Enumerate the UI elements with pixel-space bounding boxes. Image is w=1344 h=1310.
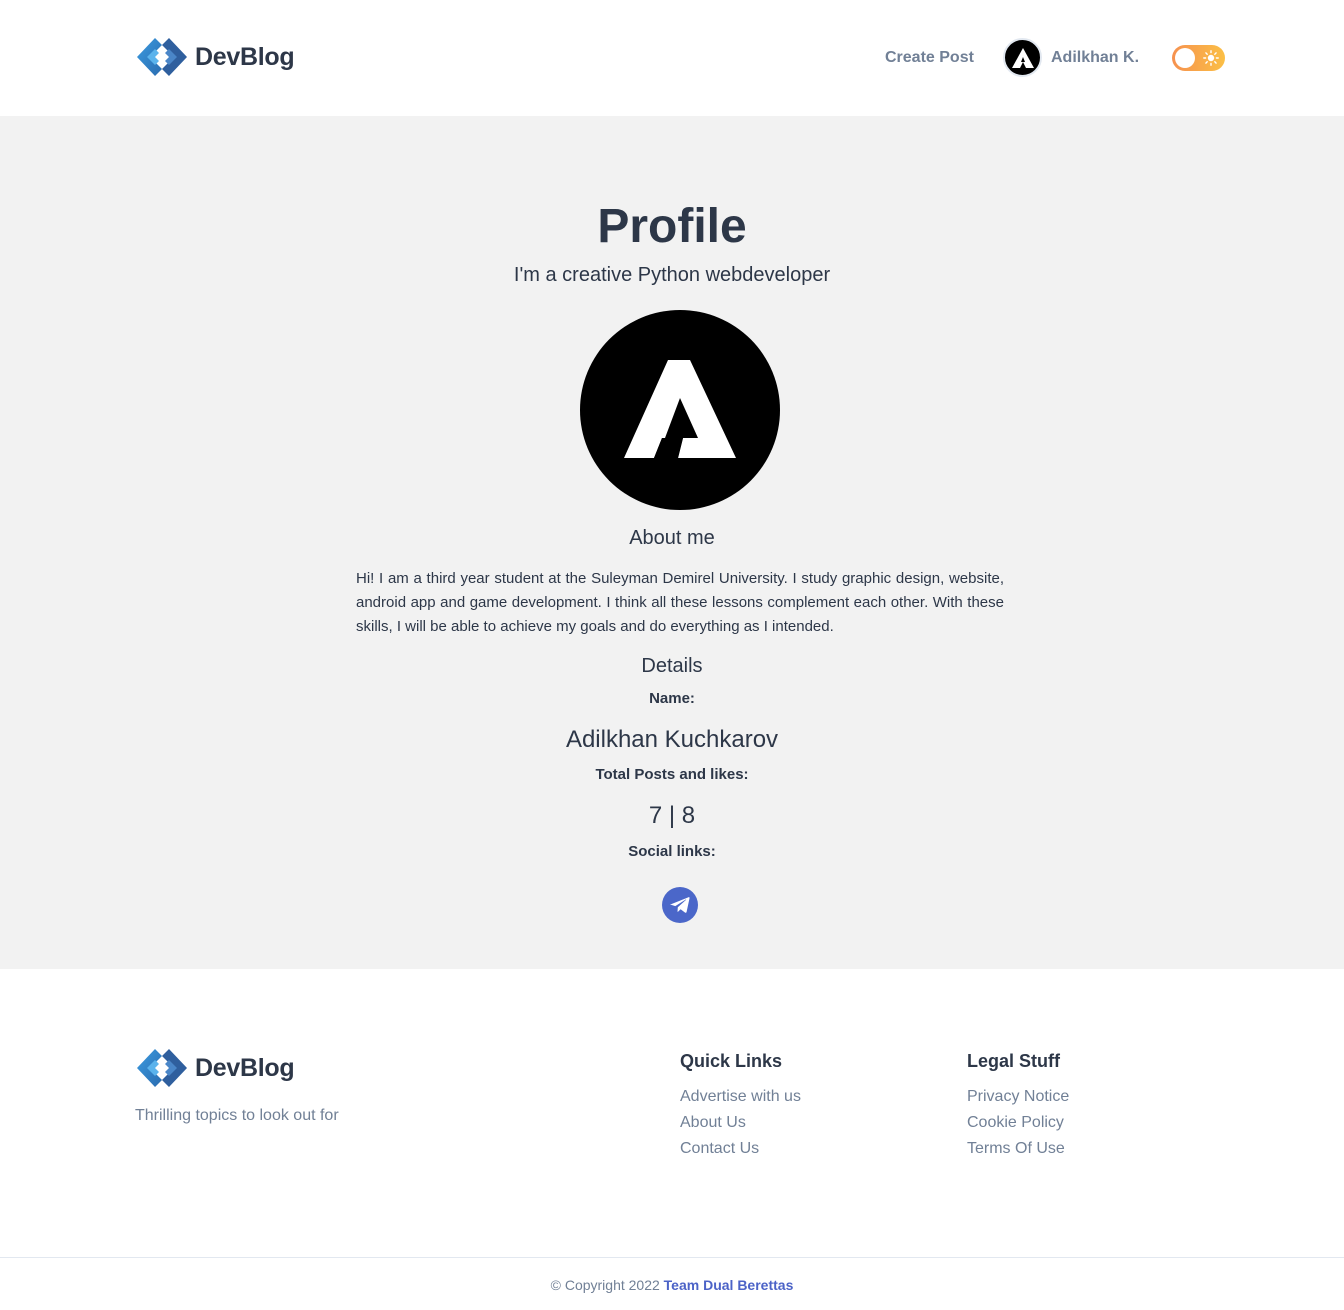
copyright-bar: © Copyright 2022 Team Dual Berettas (0, 1257, 1344, 1310)
site-header: DevBlog Create Post Adilkhan K. (0, 0, 1344, 116)
details-heading: Details (641, 655, 703, 677)
create-post-link[interactable]: Create Post (885, 49, 974, 67)
legal-title: Legal Stuff (967, 1051, 1060, 1071)
sun-icon (1203, 50, 1219, 66)
quick-links-title: Quick Links (680, 1051, 783, 1071)
name-value: Adilkhan Kuchkarov (565, 726, 779, 753)
telegram-link[interactable] (662, 887, 698, 923)
legal-column: Legal Stuff Privacy Notice Cookie Policy… (967, 1051, 1069, 1162)
username-label: Adilkhan K. (1051, 48, 1140, 66)
footer-link-terms[interactable]: Terms Of Use (967, 1136, 1069, 1162)
profile-section: Profile I'm a creative Python webdevelop… (0, 116, 1344, 969)
about-heading: About me (629, 527, 715, 549)
footer-tagline: Thrilling topics to look out for (135, 1107, 339, 1124)
footer-brand-link[interactable]: DevBlog (135, 1047, 295, 1089)
theme-toggle[interactable] (1172, 45, 1225, 71)
toggle-knob (1175, 48, 1195, 68)
footer-link-advertise[interactable]: Advertise with us (680, 1084, 801, 1110)
footer-brand-name: DevBlog (195, 1053, 295, 1082)
footer-link-privacy[interactable]: Privacy Notice (967, 1084, 1069, 1110)
site-footer: DevBlog Thrilling topics to look out for… (0, 969, 1344, 1257)
footer-link-contact[interactable]: Contact Us (680, 1136, 801, 1162)
page-title: Profile (597, 200, 747, 253)
user-menu-link[interactable]: Adilkhan K. (1003, 38, 1139, 77)
footer-link-cookie[interactable]: Cookie Policy (967, 1110, 1069, 1136)
copyright-text: © Copyright 2022 (550, 1277, 660, 1293)
avatar (1003, 38, 1042, 77)
social-links-label: Social links: (628, 843, 716, 860)
brand-name: DevBlog (195, 42, 295, 71)
devblog-logo-icon (137, 1049, 187, 1087)
team-link[interactable]: Team Dual Berettas (664, 1277, 794, 1293)
name-label: Name: (649, 690, 695, 707)
quick-links-column: Quick Links Advertise with us About Us C… (680, 1051, 801, 1162)
footer-link-about[interactable]: About Us (680, 1110, 801, 1136)
devblog-logo-icon (137, 38, 187, 76)
avatar-logo-icon (1011, 47, 1034, 68)
posts-likes-value: 7 | 8 (648, 802, 696, 829)
telegram-icon (670, 897, 690, 913)
brand-link[interactable]: DevBlog (135, 36, 295, 78)
avatar-logo-icon (624, 360, 736, 458)
about-text: Hi! I am a third year student at the Sul… (356, 570, 1004, 635)
posts-likes-label: Total Posts and likes: (595, 766, 749, 783)
profile-tagline: I'm a creative Python webdeveloper (513, 264, 831, 286)
profile-avatar (580, 310, 780, 510)
